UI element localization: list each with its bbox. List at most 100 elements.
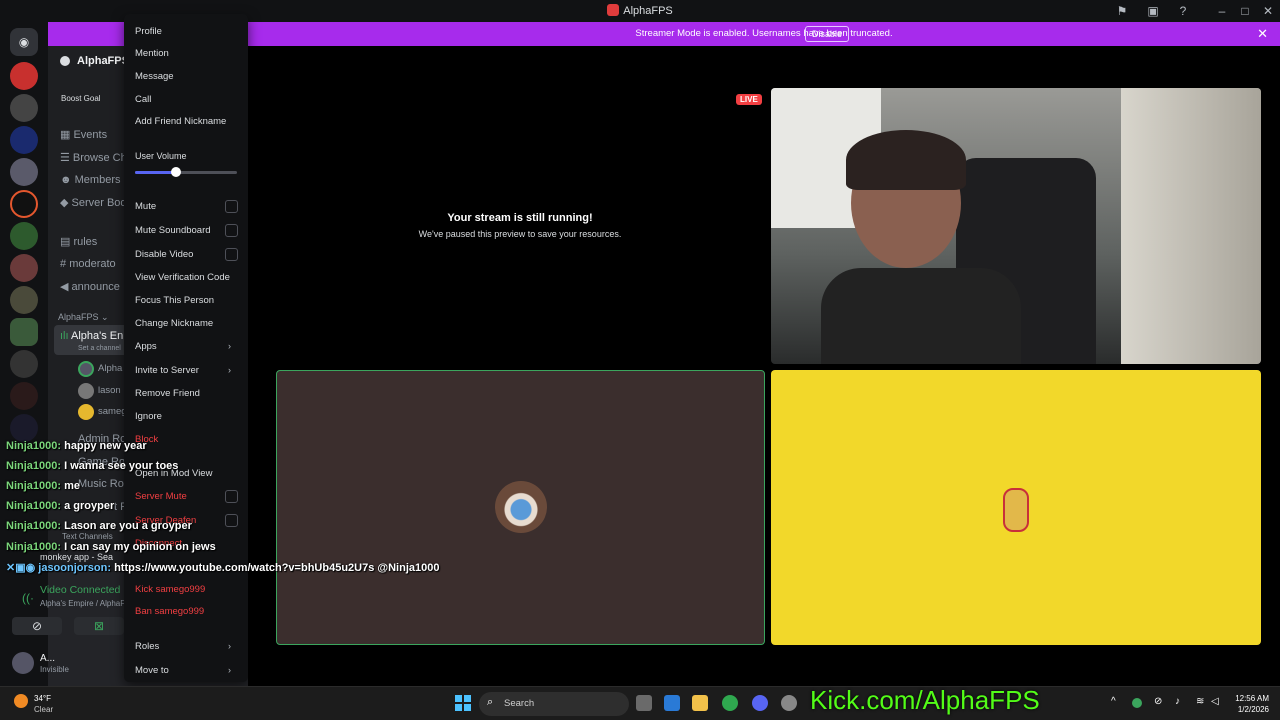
channel-moderator[interactable]: # moderato: [60, 258, 116, 270]
camera-off-button[interactable]: ⊘: [12, 617, 62, 635]
user-volume-label: User Volume: [135, 151, 187, 161]
sidebar-item-events[interactable]: ▦ Events: [60, 128, 107, 141]
participant-tile[interactable]: [771, 370, 1261, 645]
menu-item-mute-soundboard[interactable]: Mute Soundboard: [135, 225, 211, 236]
weather-icon[interactable]: [14, 694, 28, 708]
avatar[interactable]: [12, 652, 34, 674]
server-icon-5[interactable]: [10, 190, 38, 218]
search-input[interactable]: ⌕ Search: [479, 692, 629, 716]
menu-item-ban[interactable]: Ban samego999: [135, 606, 204, 617]
close-icon[interactable]: ✕: [1257, 26, 1268, 42]
share-screen-button[interactable]: ⊠: [74, 617, 124, 635]
screen-icon[interactable]: ▣: [1145, 3, 1161, 19]
minimize-button[interactable]: –: [1214, 3, 1230, 19]
menu-item-mention[interactable]: Mention: [135, 48, 169, 59]
store-icon[interactable]: [664, 695, 680, 711]
menu-item-change-nickname[interactable]: Change Nickname: [135, 318, 213, 329]
menu-item-move-to[interactable]: Move to: [135, 665, 169, 676]
close-window-button[interactable]: ✕: [1260, 3, 1276, 19]
paused-title: Your stream is still running!: [447, 212, 593, 224]
sidebar-item-boost[interactable]: ◆ Server Boo: [60, 196, 127, 209]
menu-item-apps[interactable]: Apps: [135, 341, 157, 352]
weather-temp[interactable]: 34°F: [34, 694, 51, 703]
server-icon-4[interactable]: [10, 158, 38, 186]
banner-text: Streamer Mode is enabled. Usernames have…: [635, 28, 893, 39]
server-mute-checkbox[interactable]: [225, 490, 238, 503]
menu-item-message[interactable]: Message: [135, 71, 174, 82]
connection-status[interactable]: Video Connected: [40, 584, 120, 596]
wifi-icon[interactable]: ≋: [1196, 696, 1204, 707]
menu-item-disable-video[interactable]: Disable Video: [135, 249, 193, 260]
server-deafen-checkbox[interactable]: [225, 514, 238, 527]
chrome-icon[interactable]: [722, 695, 738, 711]
clock-date[interactable]: 1/2/2026: [1233, 705, 1269, 714]
settings-taskbar-icon[interactable]: [781, 695, 797, 711]
clock-time[interactable]: 12:56 AM: [1233, 694, 1269, 703]
server-icon-6[interactable]: [10, 222, 38, 250]
streamer-shirt: [821, 268, 1021, 364]
microphone-icon[interactable]: ♪: [1175, 696, 1180, 707]
menu-item-remove-friend[interactable]: Remove Friend: [135, 388, 200, 399]
discord-taskbar-icon[interactable]: [752, 695, 768, 711]
sidebar-item-browse[interactable]: ☰ Browse Ch: [60, 151, 127, 164]
mute-checkbox[interactable]: [225, 200, 238, 213]
status-icon[interactable]: [1132, 698, 1142, 708]
signal-icon[interactable]: ((·: [22, 591, 34, 605]
menu-item-add-nickname[interactable]: Add Friend Nickname: [135, 116, 226, 127]
weather-desc: Clear: [34, 705, 54, 714]
menu-item-roles[interactable]: Roles: [135, 641, 159, 652]
channel-music[interactable]: Music Roo: [78, 478, 130, 490]
menu-item-kick[interactable]: Kick samego999: [135, 584, 205, 595]
windows-start-icon[interactable]: [455, 695, 471, 711]
menu-item-invite-server[interactable]: Invite to Server: [135, 365, 199, 376]
menu-item-verification-code[interactable]: View Verification Code: [135, 272, 230, 283]
volume-slider-handle[interactable]: [170, 167, 181, 177]
voice-user-lason[interactable]: lason: [98, 385, 121, 396]
menu-item-call[interactable]: Call: [135, 94, 151, 105]
task-view-icon[interactable]: [636, 695, 652, 711]
server-icon-9[interactable]: [10, 318, 38, 346]
volume-icon[interactable]: ◁: [1211, 696, 1219, 707]
menu-item-mute[interactable]: Mute: [135, 201, 156, 212]
menu-item-server-mute[interactable]: Server Mute: [135, 491, 187, 502]
menu-item-focus-person[interactable]: Focus This Person: [135, 295, 214, 306]
server-icon-10[interactable]: [10, 350, 38, 378]
server-icon-2[interactable]: [10, 94, 38, 122]
text-channels-header: Text Channels: [62, 532, 113, 541]
server-icon-3[interactable]: [10, 126, 38, 154]
voice-channel-name[interactable]: ılı Alpha's En: [60, 330, 123, 342]
inbox-icon[interactable]: ⚑: [1114, 3, 1130, 19]
disable-video-checkbox[interactable]: [225, 248, 238, 261]
server-icon-12[interactable]: [10, 414, 38, 442]
boost-goal-label[interactable]: Boost Goal: [61, 94, 101, 103]
server-icon-8[interactable]: [10, 286, 38, 314]
webcam-tile[interactable]: [771, 88, 1261, 364]
mute-soundboard-checkbox[interactable]: [225, 224, 238, 237]
sidebar-item-members[interactable]: ☻ Members: [60, 174, 120, 186]
voice-user-alpha[interactable]: Alpha: [98, 363, 122, 374]
menu-item-ignore[interactable]: Ignore: [135, 411, 162, 422]
help-icon[interactable]: ?: [1175, 3, 1191, 19]
server-name[interactable]: AlphaFPS: [77, 55, 129, 67]
disable-button[interactable]: Disable: [805, 26, 849, 42]
tray-icon[interactable]: ⊘: [1154, 696, 1162, 707]
server-icon-1[interactable]: [10, 62, 38, 90]
menu-item-profile[interactable]: Profile: [135, 26, 162, 37]
maximize-button[interactable]: □: [1237, 3, 1253, 19]
discord-home-icon[interactable]: ◉: [10, 28, 38, 56]
server-icon-7[interactable]: [10, 254, 38, 282]
channel-rules[interactable]: ▤ rules: [60, 235, 97, 248]
calendar-icon: ▦: [60, 129, 74, 141]
participant-tile-speaking[interactable]: [276, 370, 765, 645]
chat-line: Ninja1000: I wanna see your toes: [6, 460, 179, 472]
server-icon-11[interactable]: [10, 382, 38, 410]
chat-badge-icon: ✕▣◉: [6, 562, 39, 574]
megaphone-icon: ◀: [60, 281, 72, 293]
chevron-right-icon: ›: [228, 341, 231, 351]
chevron-up-icon[interactable]: ^: [1111, 696, 1116, 707]
category-alphafps[interactable]: AlphaFPS ⌄: [58, 312, 109, 323]
avatar: [78, 404, 94, 420]
volume-slider[interactable]: [135, 167, 237, 177]
channel-announce[interactable]: ◀ announce: [60, 280, 120, 293]
file-explorer-icon[interactable]: [692, 695, 708, 711]
